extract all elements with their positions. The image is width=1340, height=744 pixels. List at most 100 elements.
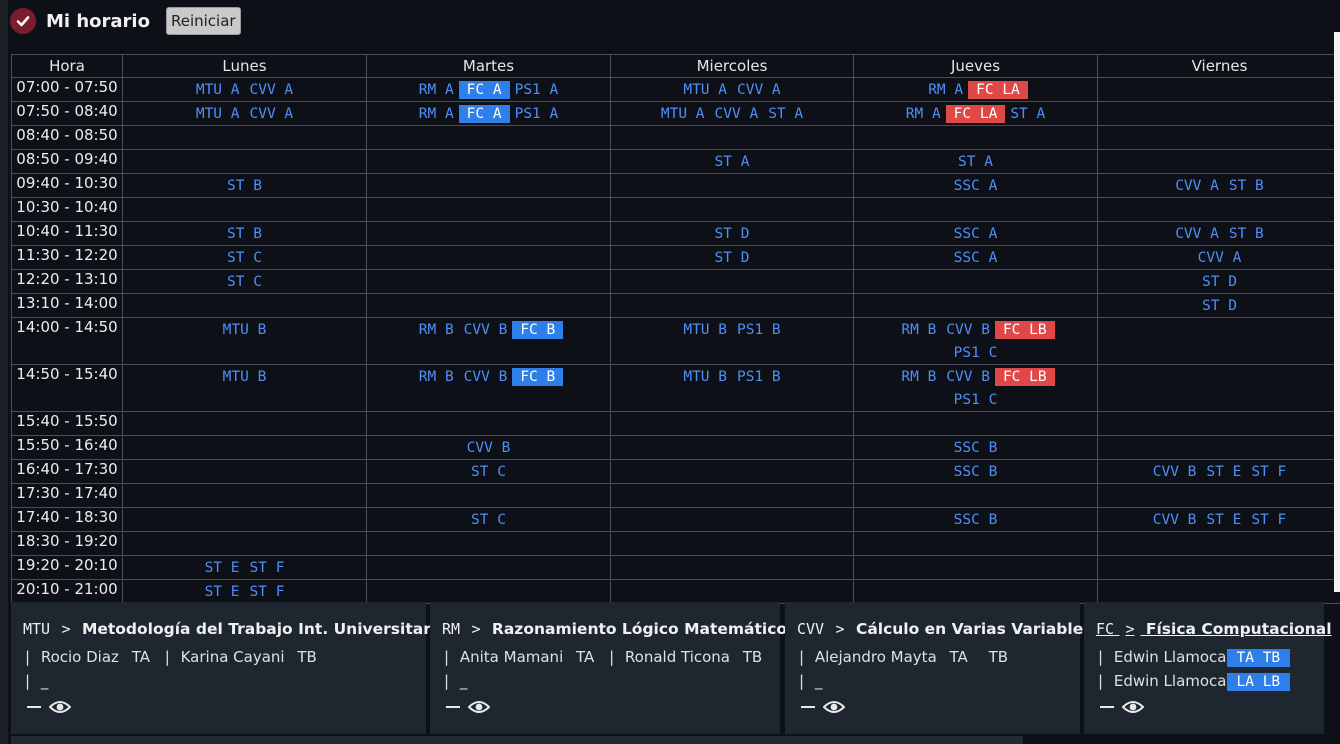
course-tag[interactable]: SSC A <box>949 178 1003 194</box>
course-tag[interactable]: CVV B <box>459 322 513 338</box>
course-tag[interactable]: RM A <box>901 106 946 122</box>
group-label[interactable]: TA <box>950 648 968 666</box>
course-tag[interactable]: ST C <box>466 512 511 528</box>
course-tag[interactable]: MTU A <box>678 82 732 98</box>
course-tag[interactable]: PS1 B <box>732 369 786 385</box>
minus-icon[interactable] <box>446 706 460 708</box>
group-label[interactable]: TA <box>576 648 594 666</box>
course-tag[interactable]: FC A <box>458 81 510 99</box>
eye-icon[interactable] <box>1122 698 1144 716</box>
course-tag[interactable]: CVV B <box>459 369 513 385</box>
course-tag[interactable]: PS1 A <box>510 82 564 98</box>
course-tag[interactable]: MTU B <box>218 322 272 338</box>
course-tag[interactable]: PS1 C <box>949 392 1003 408</box>
course-tag[interactable]: MTU B <box>678 322 732 338</box>
course-tag[interactable]: ST E <box>1201 464 1246 480</box>
course-tag[interactable]: MTU A <box>191 82 245 98</box>
course-tag[interactable]: RM B <box>896 322 941 338</box>
course-tag[interactable]: RM B <box>414 369 459 385</box>
course-tag[interactable]: ST A <box>763 106 808 122</box>
course-tag[interactable]: ST E <box>1201 512 1246 528</box>
course-tag[interactable]: CVV B <box>941 322 995 338</box>
teacher-name[interactable]: Rocio Diaz <box>41 648 119 666</box>
eye-icon[interactable] <box>468 698 490 716</box>
course-tag[interactable]: CVV A <box>1170 178 1224 194</box>
course-tag[interactable]: CVV A <box>732 82 786 98</box>
course-title[interactable]: CVV > Cálculo en Varias Variables <box>797 620 1092 638</box>
minus-icon[interactable] <box>27 706 41 708</box>
selected-labs[interactable]: LA LB <box>1226 673 1291 691</box>
course-tag[interactable]: RM B <box>414 322 459 338</box>
teacher-name[interactable]: Edwin Llamoca <box>1114 648 1227 666</box>
course-tag[interactable]: CVV A <box>710 106 764 122</box>
course-title[interactable]: MTU > Metodología del Trabajo Int. Unive… <box>23 620 447 638</box>
selected-groups[interactable]: TA TB <box>1226 649 1291 667</box>
course-tag[interactable]: PS1 A <box>510 106 564 122</box>
course-tag[interactable]: PS1 C <box>949 345 1003 361</box>
group-label[interactable]: TB <box>297 648 316 666</box>
course-tag[interactable]: ST D <box>710 250 755 266</box>
group-label[interactable]: TA <box>132 648 150 666</box>
course-tag[interactable]: FC B <box>512 321 564 339</box>
vertical-scrollbar[interactable] <box>1334 32 1340 592</box>
course-tag[interactable]: RM A <box>414 82 459 98</box>
course-tag[interactable]: MTU A <box>656 106 710 122</box>
course-tag[interactable]: CVV B <box>1148 512 1202 528</box>
course-tag[interactable]: CVV A <box>1170 226 1224 242</box>
course-tag[interactable]: ST D <box>1197 274 1242 290</box>
course-tag[interactable]: ST F <box>1246 512 1291 528</box>
course-tag[interactable]: PS1 B <box>732 322 786 338</box>
course-tag[interactable]: CVV B <box>941 369 995 385</box>
teacher-name[interactable]: Alejandro Mayta <box>815 648 937 666</box>
course-tag[interactable]: ST B <box>222 178 267 194</box>
teacher-name[interactable]: Edwin Llamoca <box>1114 672 1227 690</box>
course-tag[interactable]: SSC A <box>949 250 1003 266</box>
group-label[interactable]: TB <box>743 648 762 666</box>
teacher-name[interactable]: Anita Mamani <box>460 648 563 666</box>
course-tag[interactable]: FC LB <box>994 321 1055 339</box>
course-tag[interactable]: ST D <box>710 226 755 242</box>
course-tag[interactable]: SSC B <box>949 440 1003 456</box>
course-tag[interactable]: SSC B <box>949 464 1003 480</box>
group-label[interactable]: TB <box>989 648 1008 666</box>
course-tag[interactable]: MTU B <box>678 369 732 385</box>
course-tag[interactable]: CVV A <box>245 106 299 122</box>
minus-icon[interactable] <box>801 706 815 708</box>
course-tag[interactable]: FC A <box>458 105 510 123</box>
course-tag[interactable]: SSC B <box>949 512 1003 528</box>
course-tag[interactable]: FC LA <box>968 81 1028 99</box>
eye-icon[interactable] <box>823 698 845 716</box>
course-tag[interactable]: ST F <box>245 560 290 576</box>
course-tag[interactable]: ST C <box>466 464 511 480</box>
course-title[interactable]: FC > Física Computacional <box>1096 620 1332 638</box>
eye-icon[interactable] <box>49 698 71 716</box>
course-tag[interactable]: ST B <box>222 226 267 242</box>
check-icon[interactable] <box>10 8 36 34</box>
course-tag[interactable]: MTU A <box>191 106 245 122</box>
course-tag[interactable]: ST E <box>200 584 245 600</box>
course-tag[interactable]: FC LA <box>945 105 1006 123</box>
course-tag[interactable]: FC LB <box>994 368 1055 386</box>
course-tag[interactable]: ST A <box>953 154 998 170</box>
course-tag[interactable]: RM A <box>414 106 459 122</box>
horizontal-scrollbar[interactable] <box>11 736 1023 744</box>
course-tag[interactable]: ST C <box>222 250 267 266</box>
course-tag[interactable]: ST F <box>1246 464 1291 480</box>
course-tag[interactable]: ST E <box>200 560 245 576</box>
course-tag[interactable]: FC B <box>512 368 564 386</box>
course-tag[interactable]: CVV A <box>1193 250 1247 266</box>
teacher-name[interactable]: Ronald Ticona <box>625 648 730 666</box>
course-tag[interactable]: RM B <box>896 369 941 385</box>
course-tag[interactable]: ST C <box>222 274 267 290</box>
course-tag[interactable]: ST F <box>245 584 290 600</box>
course-tag[interactable]: CVV B <box>1148 464 1202 480</box>
course-title[interactable]: RM > Razonamiento Lógico Matemático <box>442 620 787 638</box>
minus-icon[interactable] <box>1100 706 1114 708</box>
reset-button[interactable]: Reiniciar <box>165 7 241 35</box>
course-tag[interactable]: SSC A <box>949 226 1003 242</box>
course-tag[interactable]: RM A <box>923 82 968 98</box>
course-tag[interactable]: ST B <box>1224 226 1269 242</box>
course-tag[interactable]: ST A <box>1005 106 1050 122</box>
course-tag[interactable]: ST D <box>1197 298 1242 314</box>
teacher-name[interactable]: Karina Cayani <box>181 648 285 666</box>
